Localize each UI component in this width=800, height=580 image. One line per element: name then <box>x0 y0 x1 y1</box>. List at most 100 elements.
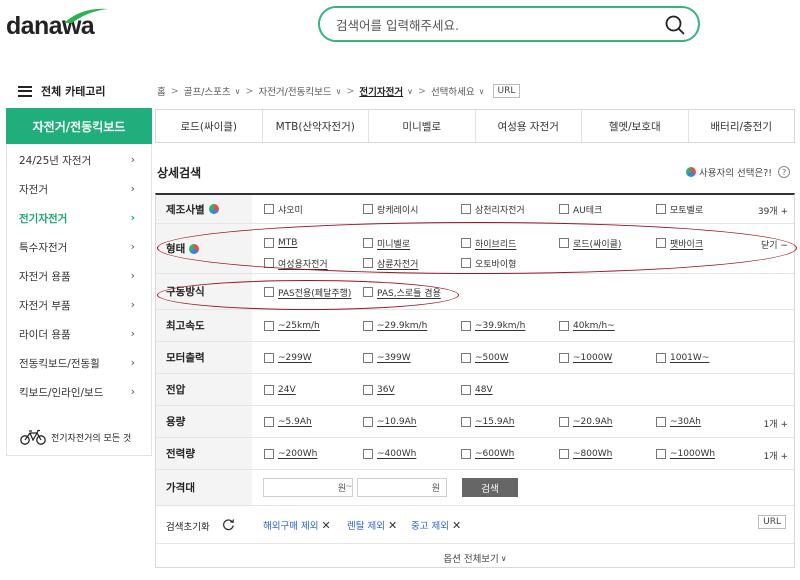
checkbox[interactable] <box>264 385 274 395</box>
checkbox[interactable] <box>559 417 569 427</box>
sidebar-item[interactable]: 라이더 용품 › <box>7 320 151 349</box>
filter-option[interactable]: 오토바이형 <box>461 256 516 270</box>
tab-womens[interactable]: 여성용 자전거 <box>476 110 582 142</box>
sidebar-item[interactable]: 자전거 › <box>7 175 151 204</box>
filter-option[interactable]: 하이브리드 <box>461 236 516 250</box>
exclude-used[interactable]: 중고 제외 ✕ <box>411 518 461 533</box>
breadcrumb-home[interactable]: 홈 <box>157 84 166 98</box>
checkbox[interactable] <box>656 204 666 214</box>
checkbox[interactable] <box>264 417 274 427</box>
checkbox[interactable] <box>656 449 666 459</box>
checkbox[interactable] <box>461 238 471 248</box>
checkbox[interactable] <box>461 321 471 331</box>
show-all-options-button[interactable]: 옵션 전체보기 ∨ <box>156 547 794 569</box>
filter-option[interactable]: ~500W <box>461 351 509 365</box>
checkbox[interactable] <box>264 449 274 459</box>
checkbox[interactable] <box>656 417 666 427</box>
filter-option[interactable]: 모토벨로 <box>656 202 703 216</box>
breadcrumb-item[interactable]: 골프/스포츠 <box>184 84 231 98</box>
sidebar-item-active[interactable]: 전기자전거 › <box>7 204 151 233</box>
filter-option[interactable]: ~600Wh <box>461 447 514 461</box>
exclude-overseas[interactable]: 해외구매 제외 ✕ <box>263 518 331 533</box>
sidebar-item[interactable]: 킥보드/인라인/보드 › <box>7 378 151 407</box>
checkbox[interactable] <box>264 321 274 331</box>
sidebar-item[interactable]: 자전거 용품 › <box>7 262 151 291</box>
search-icon[interactable] <box>664 14 686 36</box>
filter-option[interactable]: 48V <box>461 383 493 397</box>
filter-option[interactable]: 로드(싸이클) <box>559 236 621 250</box>
ebike-guide-link[interactable]: 전기자전거의 모든 것 <box>7 422 151 452</box>
checkbox[interactable] <box>264 353 274 363</box>
checkbox[interactable] <box>264 287 274 297</box>
checkbox[interactable] <box>559 204 569 214</box>
url-button[interactable]: URL <box>758 515 786 529</box>
price-min-input[interactable]: 원 <box>263 478 353 497</box>
checkbox[interactable] <box>559 353 569 363</box>
checkbox[interactable] <box>264 204 274 214</box>
filter-option[interactable]: 샤오미 <box>264 202 303 216</box>
breadcrumb-item[interactable]: 자전거/전동킥보드 <box>258 84 331 98</box>
filter-option[interactable]: AU테크 <box>559 202 602 216</box>
checkbox[interactable] <box>363 321 373 331</box>
filter-option[interactable]: 40km/h~ <box>559 319 615 333</box>
checkbox[interactable] <box>363 385 373 395</box>
close-icon[interactable]: ✕ <box>452 519 461 532</box>
filter-option[interactable]: ~15.9Ah <box>461 415 514 429</box>
search-box[interactable] <box>318 6 700 42</box>
checkbox[interactable] <box>264 258 274 268</box>
tab-battery[interactable]: 배터리/충전기 <box>689 110 795 142</box>
more-button[interactable]: 39개 + <box>758 204 788 217</box>
filter-option[interactable]: 삼천리자전거 <box>461 202 525 216</box>
chevron-down-icon[interactable]: ∨ <box>479 87 485 96</box>
checkbox[interactable] <box>559 238 569 248</box>
filter-option[interactable]: ~1000W <box>559 351 612 365</box>
checkbox[interactable] <box>363 449 373 459</box>
checkbox[interactable] <box>363 417 373 427</box>
filter-option[interactable]: ~29.9km/h <box>363 319 427 333</box>
tab-helmet[interactable]: 헬멧/보호대 <box>582 110 689 142</box>
chevron-down-icon[interactable]: ∨ <box>235 87 241 96</box>
checkbox[interactable] <box>559 449 569 459</box>
filter-option[interactable]: ~400Wh <box>363 447 416 461</box>
more-button[interactable]: 1개 + <box>764 417 788 430</box>
sidebar-item[interactable]: 전동킥보드/전동휠 › <box>7 349 151 378</box>
all-categories-button[interactable]: 전체 카테고리 <box>18 82 158 100</box>
checkbox[interactable] <box>264 238 274 248</box>
checkbox[interactable] <box>461 417 471 427</box>
tab-road[interactable]: 로드(싸이클) <box>156 110 263 142</box>
price-max-input[interactable]: 원 <box>357 478 447 497</box>
filter-option[interactable]: 36V <box>363 383 395 397</box>
checkbox[interactable] <box>363 258 373 268</box>
filter-option[interactable]: ~10.9Ah <box>363 415 416 429</box>
filter-option[interactable]: 팻바이크 <box>656 236 703 250</box>
filter-option[interactable]: ~25km/h <box>264 319 320 333</box>
filter-option[interactable]: ~800Wh <box>559 447 612 461</box>
checkbox[interactable] <box>363 287 373 297</box>
help-icon[interactable]: ? <box>778 166 791 178</box>
filter-option[interactable]: PAS전용(페달주행) <box>264 285 351 299</box>
filter-option[interactable]: ~30Ah <box>656 415 701 429</box>
checkbox[interactable] <box>461 449 471 459</box>
checkbox[interactable] <box>656 238 666 248</box>
active-category-title[interactable]: 자전거/전동킥보드 <box>6 108 152 144</box>
breadcrumb-current[interactable]: 전기자전거 <box>359 84 403 98</box>
filter-option[interactable]: ~299W <box>264 351 312 365</box>
filter-option[interactable]: ~1000Wh <box>656 447 715 461</box>
close-icon[interactable]: ✕ <box>388 519 397 532</box>
price-search-button[interactable]: 검색 <box>462 478 518 497</box>
filter-option[interactable]: MTB <box>264 236 297 250</box>
more-button[interactable]: 1개 + <box>764 449 788 462</box>
url-button[interactable]: URL <box>492 84 521 98</box>
filter-option[interactable]: 24V <box>264 383 296 397</box>
filter-option[interactable]: 미니벨로 <box>363 236 410 250</box>
checkbox[interactable] <box>559 321 569 331</box>
tab-mtb[interactable]: MTB(산악자전거) <box>263 110 369 142</box>
checkbox[interactable] <box>461 353 471 363</box>
breadcrumb-select[interactable]: 선택하세요 <box>431 84 475 98</box>
close-icon[interactable]: ✕ <box>321 519 330 532</box>
refresh-icon[interactable] <box>222 518 235 531</box>
chevron-down-icon[interactable]: ∨ <box>407 87 413 96</box>
user-choice-link[interactable]: 사용자의 선택은?! ? <box>686 165 791 179</box>
sidebar-item[interactable]: 특수자전거 › <box>7 233 151 262</box>
checkbox[interactable] <box>461 204 471 214</box>
